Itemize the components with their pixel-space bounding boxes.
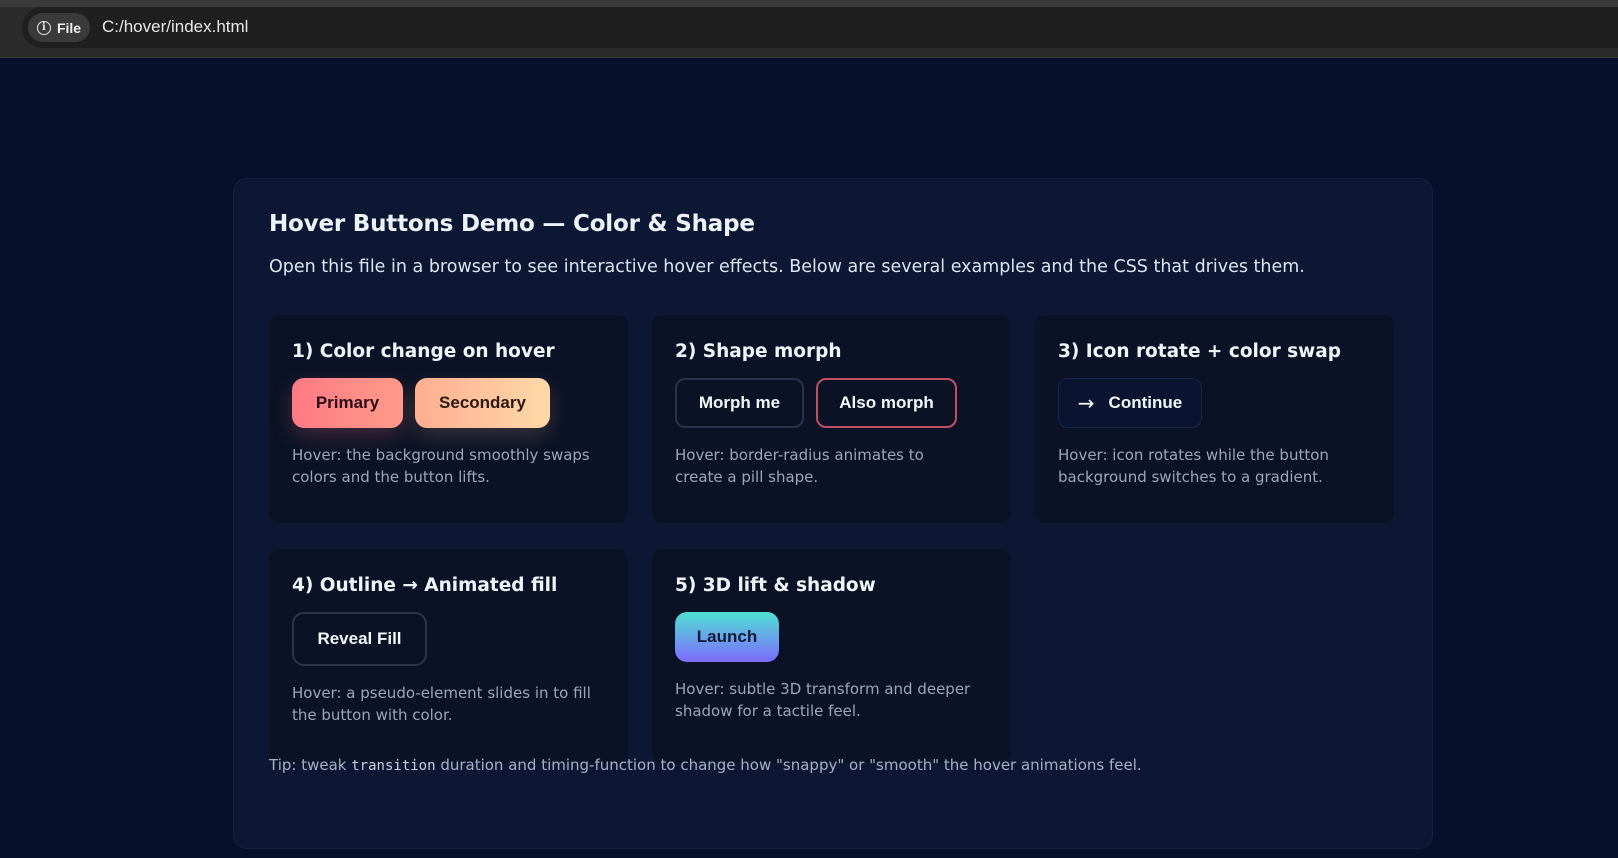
launch-button[interactable]: Launch — [675, 612, 779, 662]
page-title: Hover Buttons Demo — Color & Shape — [269, 211, 755, 237]
button-row: Morph me Also morph — [675, 378, 988, 428]
card-color-change: 1) Color change on hover Primary Seconda… — [269, 315, 628, 523]
url-text[interactable]: C:/hover/index.html — [102, 17, 248, 37]
tip-code: transition — [351, 758, 436, 774]
card-description: Hover: subtle 3D transform and deeper sh… — [675, 680, 971, 720]
examples-grid: 1) Color change on hover Primary Seconda… — [269, 315, 1394, 763]
also-morph-button[interactable]: Also morph — [816, 378, 957, 428]
card-outline-fill: 4) Outline → Animated fill Reveal Fill H… — [269, 549, 628, 763]
tab-strip — [0, 0, 1618, 7]
continue-button[interactable]: → Continue — [1058, 378, 1202, 428]
card-3d-lift: 5) 3D lift & shadow Launch Hover: subtle… — [652, 549, 1011, 763]
demo-panel: Hover Buttons Demo — Color & Shape Open … — [233, 178, 1433, 849]
continue-button-label: Continue — [1108, 393, 1183, 412]
card-heading: 1) Color change on hover — [292, 341, 555, 362]
reveal-fill-button[interactable]: Reveal Fill — [292, 612, 427, 666]
card-heading: 3) Icon rotate + color swap — [1058, 341, 1341, 362]
page-intro: Open this file in a browser to see inter… — [269, 257, 1305, 277]
tip-suffix: duration and timing-function to change h… — [435, 756, 1142, 774]
button-row: Primary Secondary — [292, 378, 605, 428]
card-heading: 5) 3D lift & shadow — [675, 575, 876, 596]
button-row: Reveal Fill — [292, 612, 605, 666]
card-description: Hover: icon rotates while the button bac… — [1058, 446, 1329, 486]
secondary-button[interactable]: Secondary — [415, 378, 550, 428]
card-shape-morph: 2) Shape morph Morph me Also morph Hover… — [652, 315, 1011, 523]
tip-prefix: Tip: tweak — [269, 756, 352, 774]
morph-me-button[interactable]: Morph me — [675, 378, 804, 428]
address-bar[interactable]: i File C:/hover/index.html — [22, 7, 1618, 48]
card-description: Hover: border-radius animates to create … — [675, 446, 924, 486]
card-heading: 4) Outline → Animated fill — [292, 575, 558, 596]
card-icon-rotate: 3) Icon rotate + color swap → Continue H… — [1035, 315, 1394, 523]
site-info-label: File — [56, 19, 82, 36]
info-icon: i — [36, 20, 51, 35]
card-heading: 2) Shape morph — [675, 341, 842, 362]
arrow-right-icon: → — [1077, 391, 1095, 415]
button-row: Launch — [675, 612, 988, 662]
card-description: Hover: the background smoothly swaps col… — [292, 446, 590, 486]
browser-toolbar: i File C:/hover/index.html — [0, 0, 1618, 58]
site-info-chip[interactable]: i File — [28, 13, 90, 42]
primary-button[interactable]: Primary — [292, 378, 403, 428]
tip-text: Tip: tweak transition duration and timin… — [269, 756, 1142, 774]
button-row: → Continue — [1058, 378, 1371, 428]
card-description: Hover: a pseudo-element slides in to fil… — [292, 684, 591, 724]
